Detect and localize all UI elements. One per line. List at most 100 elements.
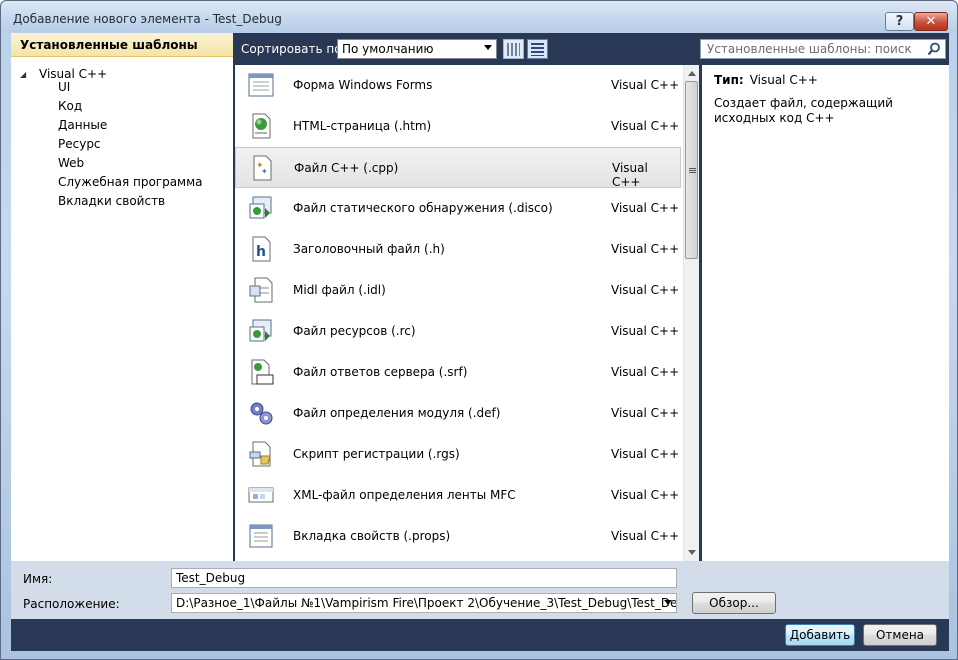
props-file-icon bbox=[247, 522, 275, 550]
details-pane: Тип: Visual C++ Создает файл, содержащий … bbox=[702, 65, 949, 561]
template-list-item[interactable]: Форма Windows Forms Visual C++ bbox=[235, 65, 681, 106]
type-line: Тип: Visual C++ bbox=[714, 73, 818, 87]
expand-arrow-icon[interactable]: ◢ bbox=[20, 70, 36, 79]
type-value: Visual C++ bbox=[749, 73, 818, 87]
ribbon-xml-icon bbox=[247, 481, 275, 509]
chevron-down-icon[interactable] bbox=[664, 600, 672, 605]
title-bar[interactable]: Добавление нового элемента - Test_Debug … bbox=[1, 1, 957, 33]
list-view-icon bbox=[531, 42, 544, 56]
template-name: Вкладка свойств (.props) bbox=[293, 529, 451, 543]
tree-item-resource[interactable]: Ресурс bbox=[58, 135, 101, 154]
tree-item-ui[interactable]: UI bbox=[58, 78, 70, 97]
templates-tree-pane: Установленные шаблоны ◢ Visual C++ UI Ко… bbox=[11, 33, 233, 561]
search-input[interactable]: Установленные шаблоны: поиск bbox=[700, 39, 946, 59]
close-button[interactable]: ✕ bbox=[914, 12, 948, 31]
template-name: Файл определения модуля (.def) bbox=[293, 406, 501, 420]
location-label: Расположение: bbox=[23, 597, 120, 611]
template-language: Visual C++ bbox=[612, 161, 648, 189]
template-language: Visual C++ bbox=[611, 283, 680, 297]
rgs-script-icon bbox=[247, 440, 275, 468]
vertical-scrollbar[interactable] bbox=[683, 65, 699, 561]
grid-view-icon bbox=[507, 42, 520, 56]
name-field[interactable]: Test_Debug bbox=[171, 568, 677, 588]
installed-templates-header[interactable]: Установленные шаблоны bbox=[11, 33, 233, 57]
help-button[interactable]: ? bbox=[885, 12, 914, 31]
type-label: Тип: bbox=[714, 73, 744, 87]
sort-select-value: По умолчанию bbox=[342, 42, 434, 56]
scroll-down-icon[interactable] bbox=[688, 550, 696, 555]
window-title: Добавление нового элемента - Test_Debug bbox=[13, 12, 282, 26]
template-language: Visual C++ bbox=[611, 242, 680, 256]
small-icons-view-button[interactable] bbox=[503, 39, 524, 59]
template-description: Создает файл, содержащий исходных код C+… bbox=[714, 96, 893, 125]
search-placeholder: Установленные шаблоны: поиск bbox=[707, 42, 912, 56]
tree-item-web[interactable]: Web bbox=[58, 154, 84, 173]
template-name: Форма Windows Forms bbox=[293, 78, 433, 92]
templates-list: Форма Windows Forms Visual C++ HTML-страни… bbox=[235, 65, 699, 561]
list-toolbar: Сортировать по: По умолчанию Установленн… bbox=[233, 33, 949, 65]
tree-item-data[interactable]: Данные bbox=[58, 116, 107, 135]
html-page-icon bbox=[247, 112, 275, 140]
list-view-button[interactable] bbox=[527, 39, 548, 59]
scrollbar-thumb[interactable] bbox=[685, 81, 698, 259]
name-label: Имя: bbox=[23, 572, 53, 586]
template-name: HTML-страница (.htm) bbox=[293, 119, 432, 133]
template-language: Visual C++ bbox=[611, 488, 680, 502]
item-form: Имя: Test_Debug Расположение: D:\Разное_… bbox=[11, 561, 949, 619]
template-list-item[interactable]: Файл определения модуля (.def) Visual C++ bbox=[235, 393, 681, 434]
sort-label: Сортировать по: bbox=[241, 42, 346, 56]
svg-text:✦: ✦ bbox=[261, 167, 268, 176]
def-file-icon bbox=[247, 399, 275, 427]
resource-file-icon bbox=[247, 317, 275, 345]
template-list-item[interactable]: Файл ответов сервера (.srf) Visual C++ bbox=[235, 352, 681, 393]
disco-file-icon bbox=[247, 194, 275, 222]
template-list-item[interactable]: h Заголовочный файл (.h) Visual C++ bbox=[235, 229, 681, 270]
template-language: Visual C++ bbox=[611, 447, 680, 461]
template-name: Файл статического обнаружения (.disco) bbox=[293, 201, 553, 215]
dialog-footer: Добавить Отмена bbox=[11, 619, 949, 651]
template-list-item[interactable]: Файл ресурсов (.rc) Visual C++ bbox=[235, 311, 681, 352]
template-list-item[interactable]: Скрипт регистрации (.rgs) Visual C++ bbox=[235, 434, 681, 475]
form-icon bbox=[247, 71, 275, 99]
template-name: Файл ресурсов (.rc) bbox=[293, 324, 416, 338]
tree-item-utility[interactable]: Служебная программа bbox=[58, 173, 203, 192]
template-list-item[interactable]: Файл статического обнаружения (.disco) Vi… bbox=[235, 188, 681, 229]
template-language: Visual C++ bbox=[611, 324, 680, 338]
template-list-item[interactable]: Вкладка свойств (.props) Visual C++ bbox=[235, 516, 681, 557]
location-field[interactable]: D:\Разное_1\Файлы №1\Vampirism Fire\Прое… bbox=[171, 593, 677, 613]
srf-file-icon bbox=[247, 358, 275, 386]
cancel-button[interactable]: Отмена bbox=[863, 624, 937, 646]
idl-file-icon bbox=[247, 276, 275, 304]
header-file-icon: h bbox=[247, 235, 275, 263]
template-list-item[interactable]: ✦ ✦ Файл C++ (.cpp) Visual C++ bbox=[235, 147, 681, 189]
template-list-item[interactable]: HTML-страница (.htm) Visual C++ bbox=[235, 106, 681, 147]
scroll-up-icon[interactable] bbox=[688, 71, 696, 76]
sort-select[interactable]: По умолчанию bbox=[337, 39, 497, 59]
search-icon[interactable] bbox=[927, 42, 941, 56]
template-language: Visual C++ bbox=[611, 78, 680, 92]
cpp-file-icon: ✦ ✦ bbox=[248, 154, 276, 182]
template-language: Visual C++ bbox=[611, 406, 680, 420]
template-language: Visual C++ bbox=[611, 201, 680, 215]
template-name: Файл C++ (.cpp) bbox=[294, 161, 399, 175]
svg-text:h: h bbox=[256, 244, 266, 260]
chevron-down-icon bbox=[484, 45, 492, 50]
grip-icon bbox=[689, 168, 696, 174]
template-list-item[interactable]: XML-файл определения ленты MFC Visual C++ bbox=[235, 475, 681, 516]
tree-item-property-sheets[interactable]: Вкладки свойств bbox=[58, 192, 165, 211]
location-value: D:\Разное_1\Файлы №1\Vampirism Fire\Прое… bbox=[176, 596, 677, 610]
dialog-client: Установленные шаблоны ◢ Visual C++ UI Ко… bbox=[11, 33, 949, 651]
template-name: Файл ответов сервера (.srf) bbox=[293, 365, 468, 379]
tree-item-code[interactable]: Код bbox=[58, 97, 82, 116]
template-language: Visual C++ bbox=[611, 529, 680, 543]
tree-root-label: Visual C++ bbox=[39, 67, 108, 81]
add-button[interactable]: Добавить bbox=[785, 624, 855, 646]
dialog-window: Добавление нового элемента - Test_Debug … bbox=[0, 0, 958, 660]
template-name: Midl файл (.idl) bbox=[293, 283, 386, 297]
template-name: Скрипт регистрации (.rgs) bbox=[293, 447, 460, 461]
template-list-item[interactable]: Midl файл (.idl) Visual C++ bbox=[235, 270, 681, 311]
template-name: XML-файл определения ленты MFC bbox=[293, 488, 516, 502]
browse-button[interactable]: Обзор... bbox=[692, 592, 776, 614]
template-language: Visual C++ bbox=[611, 119, 680, 133]
template-name: Заголовочный файл (.h) bbox=[293, 242, 445, 256]
